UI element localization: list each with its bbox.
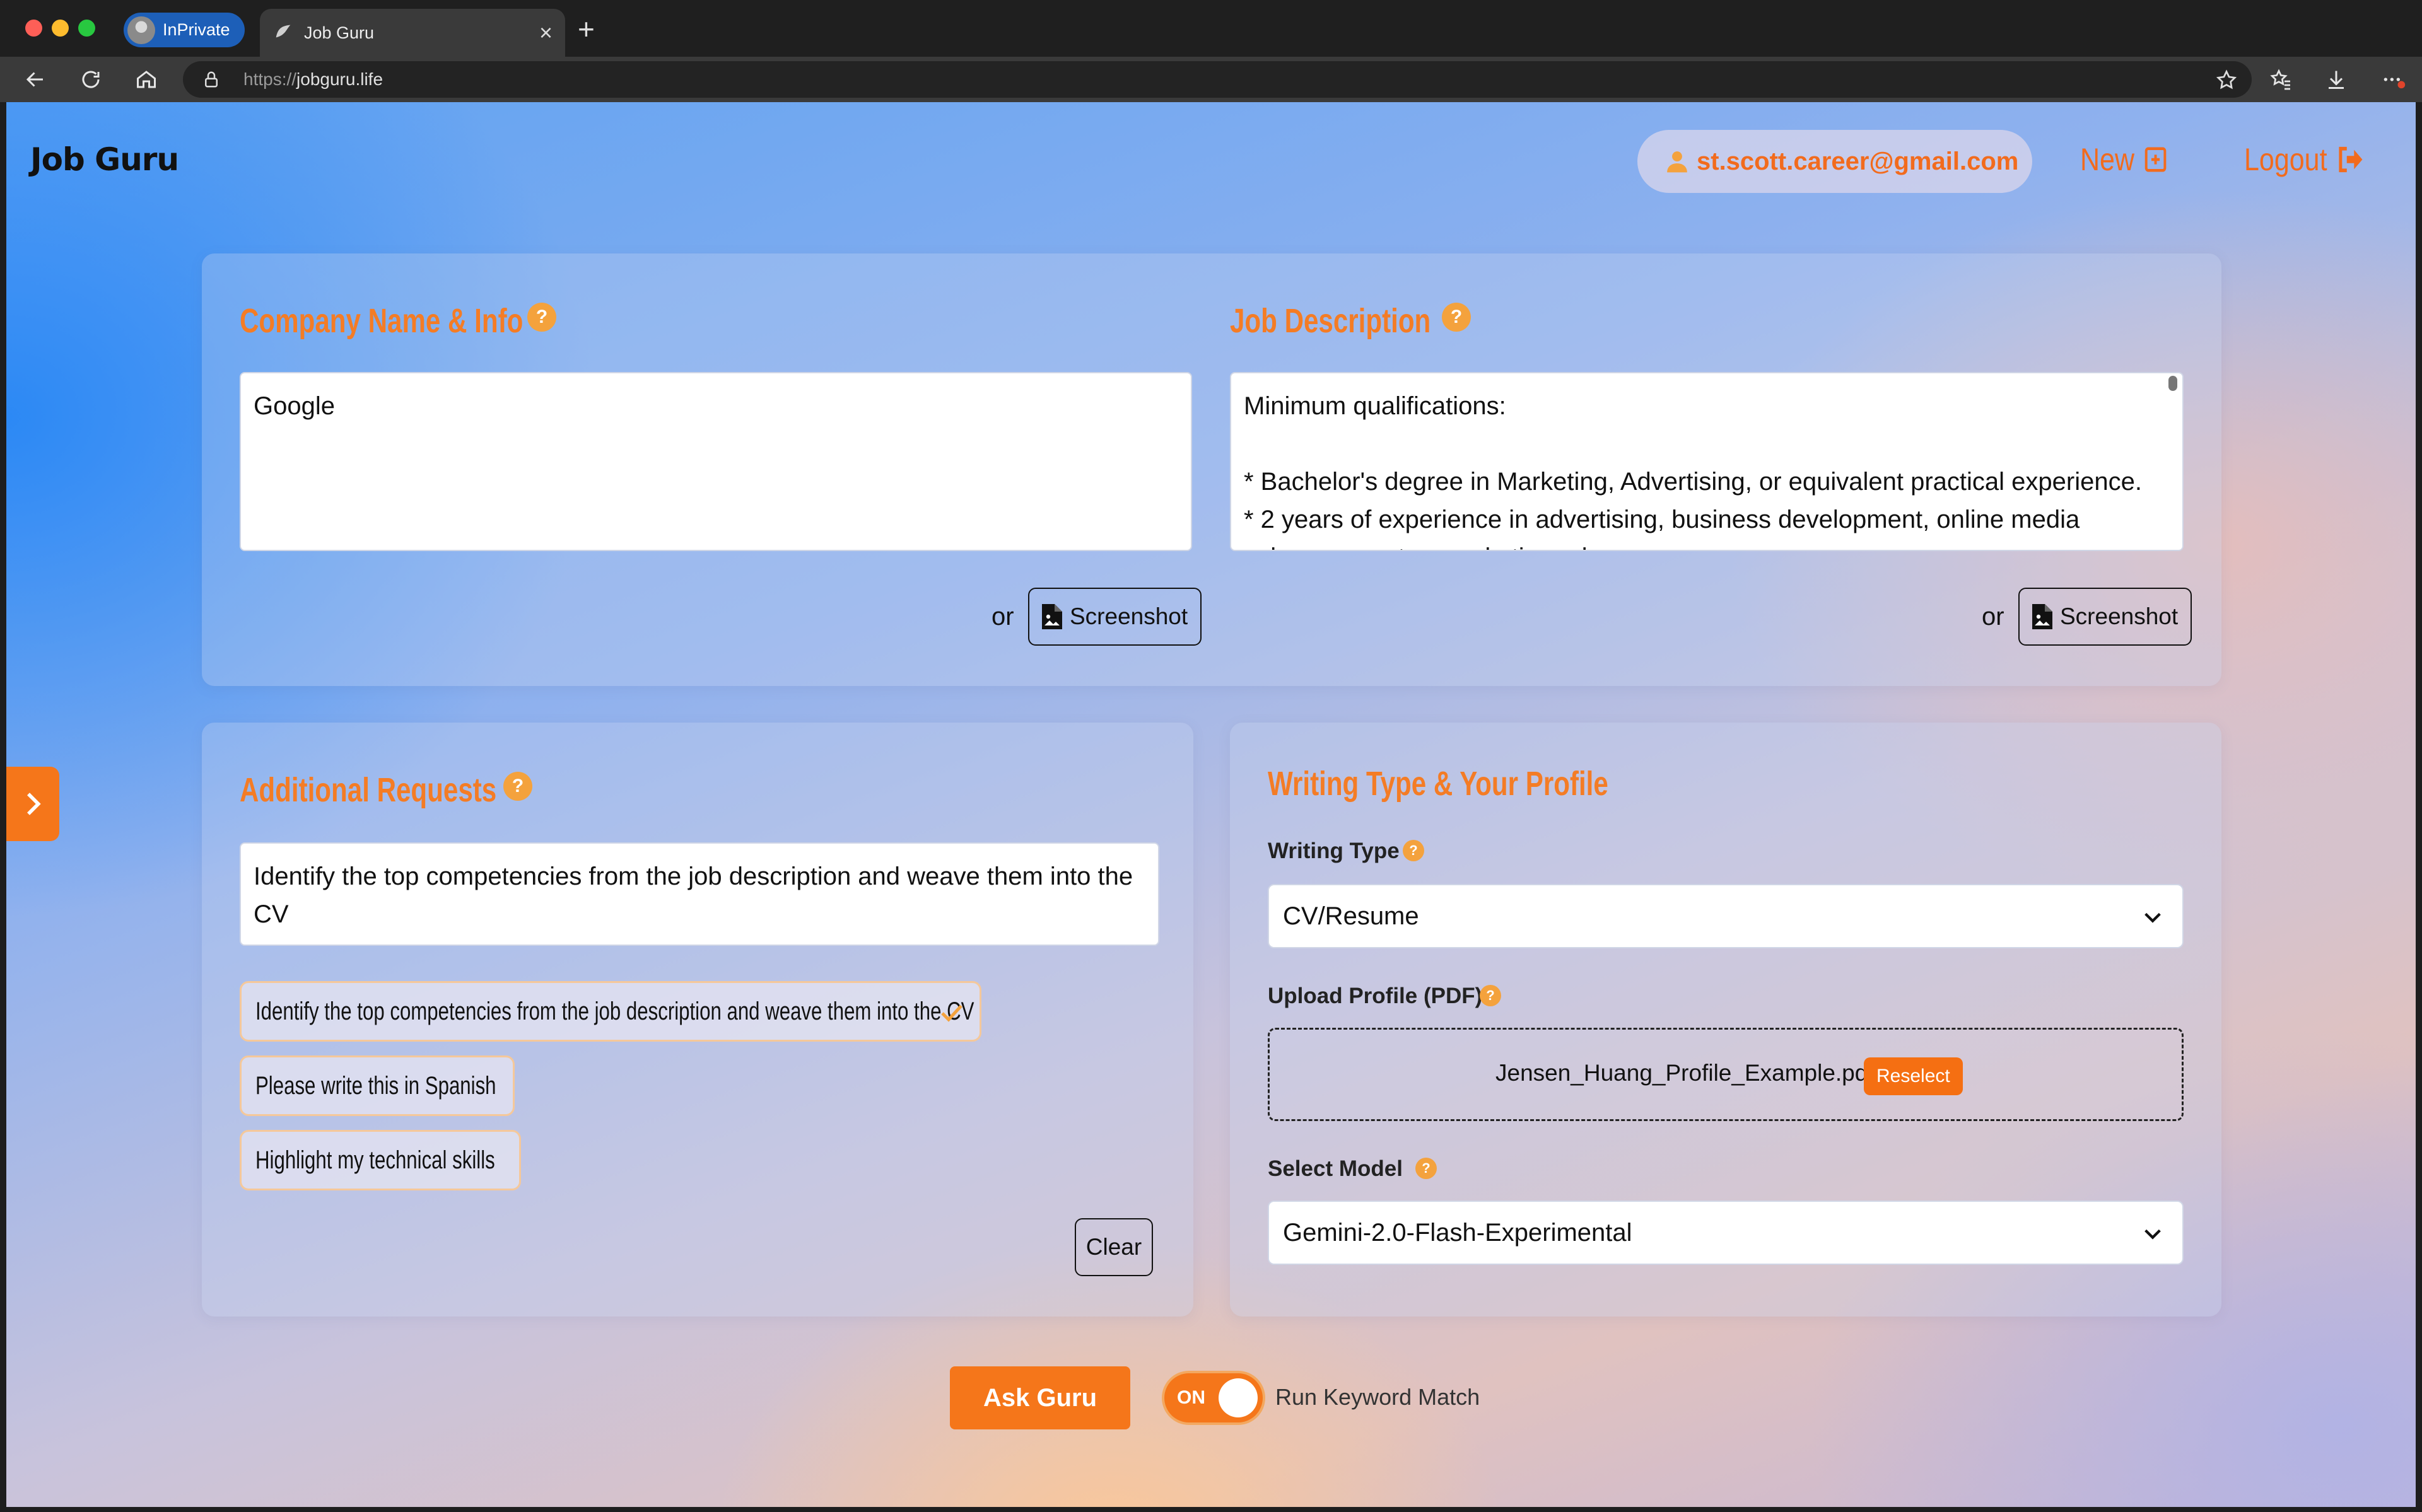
tab-close-icon[interactable]: × (539, 20, 553, 45)
suggestion-chip-selected[interactable]: Identify the top competencies from the j… (240, 981, 981, 1042)
user-email: st.scott.career@gmail.com (1697, 147, 2019, 175)
additional-help-icon[interactable]: ? (503, 772, 532, 801)
company-title: Company Name & Info (240, 302, 524, 340)
pdf-dropzone[interactable]: Jensen_Huang_Profile_Example.pdf Reselec… (1268, 1028, 2184, 1121)
model-help-icon[interactable]: ? (1415, 1158, 1437, 1179)
writing-type-select[interactable]: CV/Resume (1268, 884, 2184, 948)
job-or-label: or (1982, 603, 2004, 631)
model-value: Gemini-2.0-Flash-Experimental (1283, 1218, 1632, 1247)
model-select[interactable]: Gemini-2.0-Flash-Experimental (1268, 1201, 2184, 1265)
company-or-label: or (992, 603, 1014, 631)
browser-tab-active[interactable]: Job Guru × (260, 9, 565, 57)
favicon-icon (272, 21, 294, 43)
job-help-icon[interactable]: ? (1442, 303, 1471, 332)
new-label: New (2080, 142, 2135, 177)
inprivate-badge[interactable]: InPrivate (124, 13, 245, 47)
suggestion-chip[interactable]: Please write this in Spanish (240, 1055, 515, 1116)
keyword-match-toggle[interactable]: ON (1164, 1373, 1263, 1422)
job-screenshot-button[interactable]: Screenshot (2018, 588, 2192, 646)
more-menu-icon[interactable] (2377, 63, 2409, 96)
window-close-button[interactable] (25, 20, 42, 37)
browser-tab-bar: InPrivate Job Guru × + (0, 0, 2422, 57)
suggestion-label: Please write this in Spanish (255, 1071, 496, 1100)
window-minimize-button[interactable] (52, 20, 69, 37)
address-bar[interactable]: https://jobguru.life (183, 61, 2252, 98)
url-host: jobguru.life (296, 69, 383, 89)
toggle-state: ON (1177, 1387, 1205, 1408)
favorites-icon[interactable] (2264, 63, 2297, 96)
user-email-chip[interactable]: st.scott.career@gmail.com (1637, 130, 2032, 193)
model-label: Select Model (1268, 1156, 1403, 1181)
writing-type-label: Writing Type (1268, 839, 1400, 863)
chevron-down-icon (2144, 1229, 2161, 1240)
writing-type-value: CV/Resume (1283, 902, 1419, 930)
keyword-match-label: Run Keyword Match (1275, 1384, 1480, 1410)
job-line: * Bachelor's degree in Marketing, Advert… (1244, 468, 2142, 496)
lock-icon (202, 70, 221, 89)
reload-icon[interactable] (74, 63, 107, 96)
upload-help-icon[interactable]: ? (1480, 985, 1501, 1006)
url-protocol: https:// (243, 69, 297, 89)
logout-icon (2339, 146, 2363, 173)
home-icon[interactable] (130, 63, 163, 96)
company-input[interactable]: Google (240, 372, 1192, 551)
window-maximize-button[interactable] (78, 20, 95, 37)
uploaded-file-name: Jensen_Huang_Profile_Example.pdf (1495, 1060, 1875, 1086)
additional-title: Additional Requests (240, 771, 497, 809)
profile-title: Writing Type & Your Profile (1268, 765, 1608, 803)
back-icon[interactable] (19, 63, 52, 96)
new-button[interactable]: New (2080, 141, 2168, 178)
plus-square-icon (2144, 147, 2167, 172)
additional-requests-input[interactable]: Identify the top competencies from the j… (240, 842, 1159, 946)
file-image-icon (2032, 604, 2052, 629)
job-screenshot-label: Screenshot (2060, 603, 2179, 629)
browser-toolbar: https://jobguru.life (0, 57, 2422, 102)
job-title: Job Description (1230, 302, 1431, 340)
inprivate-label: InPrivate (163, 20, 230, 39)
profile-avatar-icon (127, 16, 155, 44)
suggestion-label: Highlight my technical skills (255, 1146, 495, 1174)
job-line (1244, 425, 2151, 463)
job-line: Minimum qualifications: (1244, 392, 1506, 420)
company-screenshot-label: Screenshot (1070, 603, 1188, 629)
brand-logo[interactable]: Job Guru (30, 141, 179, 178)
new-tab-icon[interactable]: + (578, 11, 595, 47)
check-icon (941, 1004, 962, 1022)
company-screenshot-button[interactable]: Screenshot (1028, 588, 1202, 646)
suggestion-label: Identify the top competencies from the j… (255, 997, 974, 1025)
file-image-icon (1042, 604, 1062, 629)
chevron-down-icon (2144, 912, 2161, 923)
reselect-button[interactable]: Reselect (1864, 1057, 1963, 1095)
sidebar-expand-button[interactable] (6, 767, 59, 841)
job-line: * 2 years of experience in advertising, … (1244, 506, 2080, 533)
clear-button[interactable]: Clear (1075, 1218, 1153, 1276)
page-content: Job Guru st.scott.career@gmail.com New L… (6, 102, 2416, 1507)
chevron-right-icon (27, 793, 41, 815)
ask-guru-button[interactable]: Ask Guru (950, 1366, 1130, 1429)
upload-label: Upload Profile (PDF) (1268, 984, 1483, 1008)
writing-type-help-icon[interactable]: ? (1403, 840, 1424, 861)
suggestion-chip[interactable]: Highlight my technical skills (240, 1130, 521, 1190)
user-icon (1667, 151, 1687, 173)
job-description-input[interactable]: Minimum qualifications: * Bachelor's deg… (1230, 372, 2184, 551)
downloads-icon[interactable] (2320, 63, 2353, 96)
job-line: sales, account or marketing roles. (1244, 538, 2151, 550)
favorite-star-icon[interactable] (2215, 69, 2238, 91)
logout-label: Logout (2244, 142, 2327, 177)
logout-button[interactable]: Logout (2244, 141, 2364, 178)
toggle-knob (1219, 1378, 1258, 1417)
tab-title: Job Guru (304, 23, 375, 42)
job-scrollbar[interactable] (2168, 376, 2177, 391)
company-help-icon[interactable]: ? (527, 303, 556, 332)
